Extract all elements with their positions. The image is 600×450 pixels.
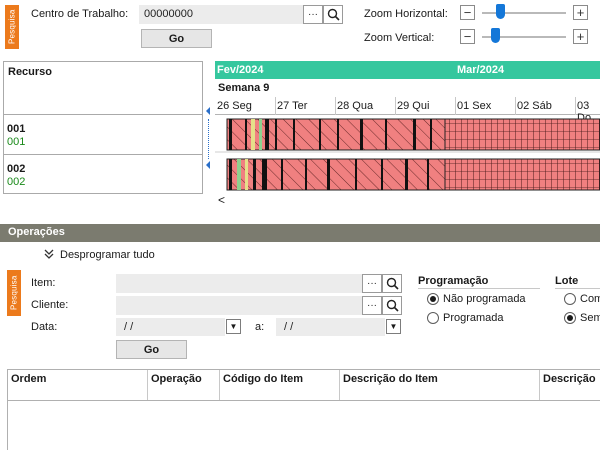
search-tab[interactable]: Pesquisa	[5, 5, 19, 49]
splitter-grip	[208, 119, 209, 159]
radio-lote-com-label[interactable]: Com	[580, 293, 600, 305]
resource-sub: 002	[7, 176, 26, 188]
unschedule-all-button[interactable]: Desprogramar tudo	[60, 249, 155, 261]
gantt-day: 27 Ter	[277, 100, 308, 112]
gantt-day-header: 26 Seg 27 Ter 28 Qua 29 Qui 01 Sex 02 Sá…	[215, 97, 600, 124]
date-to-dropdown-icon[interactable]: ▼	[386, 319, 401, 334]
resource-row[interactable]: 001 001	[4, 115, 202, 155]
gantt-month: Mar/2024	[457, 64, 505, 76]
table-header: Ordem Operação Código do Item Descrição …	[8, 370, 600, 401]
work-center-lookup-button[interactable]: ···	[303, 5, 323, 24]
zoom-horizontal-minus-button[interactable]: −	[460, 5, 475, 20]
resource-header: Recurso	[4, 62, 202, 115]
column-header-descricao-item[interactable]: Descrição do Item	[340, 370, 540, 400]
operations-search-tab[interactable]: Pesquisa	[7, 270, 21, 316]
item-label: Item:	[31, 277, 56, 289]
gantt-operation-bar[interactable]	[226, 158, 446, 191]
date-from-dropdown-icon[interactable]: ▼	[226, 319, 241, 334]
gantt-operation-bar[interactable]	[444, 158, 600, 191]
search-icon[interactable]	[382, 296, 402, 315]
gantt-day: 26 Seg	[217, 100, 252, 112]
radio-programada-label[interactable]: Programada	[443, 312, 504, 324]
work-center-input[interactable]: 00000000	[139, 5, 303, 24]
gantt-day: 29 Qui	[397, 100, 430, 112]
date-to-input[interactable]: / /	[276, 318, 385, 336]
double-chevron-down-icon[interactable]	[43, 248, 55, 260]
client-lookup-button[interactable]: ···	[362, 296, 382, 315]
zoom-vertical-minus-button[interactable]: −	[460, 29, 475, 44]
work-center-label: Centro de Trabalho:	[31, 8, 129, 20]
radio-lote-sem[interactable]	[564, 312, 576, 324]
item-lookup-button[interactable]: ···	[362, 274, 382, 293]
lote-title: Lote	[555, 275, 579, 287]
resource-code: 002	[7, 163, 26, 175]
zoom-horizontal-track[interactable]	[482, 12, 566, 14]
radio-lote-sem-label[interactable]: Sem	[580, 312, 600, 324]
programacao-title: Programação	[418, 275, 489, 287]
item-input[interactable]	[116, 274, 362, 293]
search-icon[interactable]	[382, 274, 402, 293]
search-icon[interactable]	[323, 5, 343, 24]
client-label: Cliente:	[31, 299, 69, 311]
gantt-chart-area[interactable]	[215, 115, 600, 193]
panel-splitter[interactable]	[205, 61, 213, 194]
resource-sub: 001	[7, 136, 26, 148]
column-header-ordem[interactable]: Ordem	[8, 370, 148, 400]
programacao-divider	[418, 288, 540, 289]
zoom-vertical-label: Zoom Vertical:	[364, 32, 435, 44]
date-from-input[interactable]: / /	[116, 318, 225, 336]
column-header-operacao[interactable]: Operação	[148, 370, 220, 400]
zoom-vertical-plus-button[interactable]: +	[573, 29, 588, 44]
radio-programada[interactable]	[427, 312, 439, 324]
gantt-day: 02 Sáb	[517, 100, 552, 112]
gantt-month-band: Fev/2024 Mar/2024	[215, 61, 600, 79]
radio-nao-programada[interactable]	[427, 293, 439, 305]
gantt-day: 01 Sex	[457, 100, 492, 112]
gantt-operation-bar[interactable]	[444, 118, 600, 151]
operations-table: Ordem Operação Código do Item Descrição …	[7, 369, 600, 450]
zoom-horizontal-slider-thumb[interactable]	[496, 4, 505, 19]
gantt-scroll-left-icon[interactable]: <	[218, 193, 225, 207]
lote-divider	[555, 288, 600, 289]
splitter-left-icon	[206, 107, 210, 115]
go-button[interactable]: Go	[141, 29, 212, 48]
gantt-month: Fev/2024	[217, 64, 264, 76]
gantt-week: Semana 9	[218, 82, 270, 94]
resource-panel: Recurso 001 001 002 002	[3, 61, 203, 194]
column-header-descricao[interactable]: Descrição	[540, 370, 600, 400]
operations-go-button[interactable]: Go	[116, 340, 187, 359]
zoom-horizontal-label: Zoom Horizontal:	[364, 8, 448, 20]
client-input[interactable]	[116, 296, 362, 315]
gantt-day: 28 Qua	[337, 100, 374, 112]
zoom-vertical-slider-thumb[interactable]	[491, 28, 500, 43]
date-to-label: a:	[255, 321, 265, 333]
radio-nao-programada-label[interactable]: Não programada	[443, 293, 526, 305]
resource-row[interactable]: 002 002	[4, 155, 202, 193]
zoom-horizontal-plus-button[interactable]: +	[573, 5, 588, 20]
radio-lote-com[interactable]	[564, 293, 576, 305]
resource-code: 001	[7, 123, 26, 135]
column-header-codigo-item[interactable]: Código do Item	[220, 370, 340, 400]
splitter-left-icon	[206, 161, 210, 169]
operations-section-header: Operações	[0, 224, 600, 242]
date-label: Data:	[31, 321, 58, 333]
